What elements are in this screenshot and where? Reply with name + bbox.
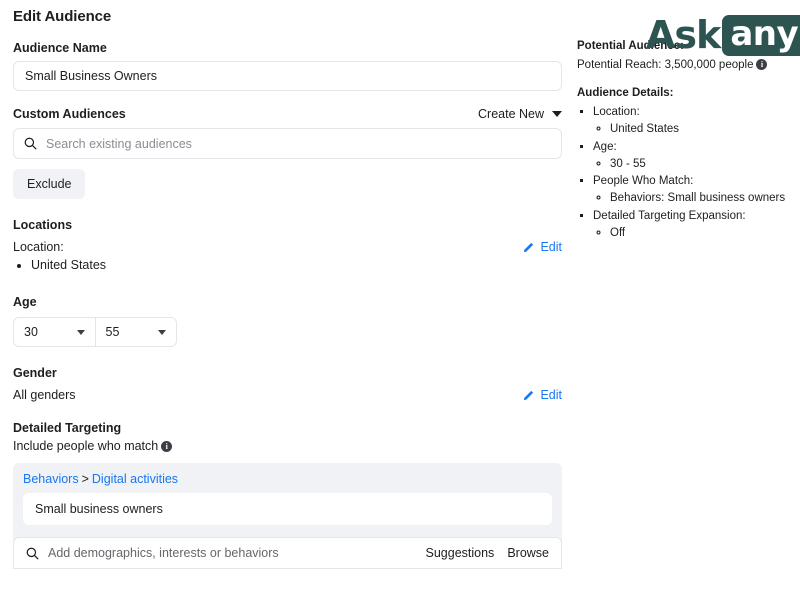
audience-form: Edit Audience Audience Name Small Busine… — [13, 8, 562, 570]
edit-gender-link[interactable]: Edit — [523, 388, 562, 402]
audience-name-group: Audience Name Small Business Owners — [13, 41, 562, 91]
chevron-down-icon — [158, 329, 166, 335]
audience-details-label: Audience Details: — [577, 87, 674, 99]
list-item: Location: United States — [593, 104, 792, 139]
detail-label: Age: — [593, 140, 617, 153]
include-people-label: Include people who match i — [13, 439, 562, 453]
logo-badge: any — [722, 13, 800, 56]
detail-label: Detailed Targeting Expansion: — [593, 209, 746, 222]
detail-label: Location: — [593, 106, 640, 118]
logo-text-any: any — [730, 13, 799, 54]
custom-audiences-search-placeholder: Search existing audiences — [46, 136, 192, 151]
custom-audiences-group: Custom Audiences Create New Search exist… — [13, 107, 562, 199]
age-group-section: Age 30 55 — [13, 295, 562, 348]
list-item: Behaviors: Small business owners — [610, 190, 792, 207]
pencil-icon — [524, 242, 534, 253]
audience-name-label: Audience Name — [13, 41, 107, 55]
list-item: Age: 30 - 55 — [593, 139, 792, 174]
custom-audiences-search[interactable]: Search existing audiences — [13, 128, 562, 159]
list-item: United States — [610, 121, 792, 138]
gender-section-label: Gender — [13, 366, 57, 381]
logo-text-ask: Ask — [646, 13, 721, 57]
age-max-value: 55 — [105, 325, 120, 340]
detailed-targeting-search-placeholder: Add demographics, interests or behaviors — [48, 546, 279, 561]
askany-logo: Ask any — [646, 13, 800, 57]
edit-audience-screen: Ask any Edit Audience Audience Name Smal… — [0, 0, 800, 589]
breadcrumb: Behaviors > Digital activities — [23, 472, 552, 486]
age-max-select[interactable]: 55 — [94, 318, 177, 347]
audience-summary-panel: Potential Audience: Potential Reach: 3,5… — [577, 40, 792, 242]
list-item: People Who Match: Behaviors: Small busin… — [593, 173, 792, 208]
gender-group: Gender All genders Edit — [13, 366, 562, 402]
suggestions-button[interactable]: Suggestions — [426, 546, 495, 560]
chevron-down-icon — [552, 111, 562, 117]
breadcrumb-separator: > — [81, 472, 89, 487]
page-title: Edit Audience — [13, 8, 112, 25]
potential-reach-text: Potential Reach: 3,500,000 people — [577, 59, 754, 71]
info-icon[interactable]: i — [756, 59, 768, 70]
detailed-targeting-group: Detailed Targeting Include people who ma… — [13, 421, 562, 570]
browse-button[interactable]: Browse — [507, 546, 549, 560]
detailed-targeting-label: Detailed Targeting — [13, 421, 122, 436]
list-item: Off — [610, 225, 792, 242]
detailed-targeting-search[interactable]: Add demographics, interests or behaviors… — [13, 537, 562, 570]
edit-gender-label: Edit — [540, 388, 562, 403]
selected-behavior-item[interactable]: Small business owners — [23, 493, 552, 526]
age-min-select[interactable]: 30 — [14, 318, 95, 346]
age-min-value: 30 — [24, 325, 38, 340]
info-icon[interactable]: i — [161, 441, 173, 453]
edit-locations-link[interactable]: Edit — [523, 240, 562, 254]
detail-sublist: 30 - 55 — [593, 156, 792, 173]
age-section-label: Age — [13, 295, 37, 310]
detail-label: People Who Match: — [593, 175, 694, 187]
detailed-targeting-panel: Behaviors > Digital activities Small busin… — [13, 463, 562, 570]
breadcrumb-child-link[interactable]: Digital activities — [92, 472, 178, 486]
list-item: 30 - 55 — [610, 156, 792, 173]
detail-sublist: United States — [593, 121, 792, 138]
locations-section-label: Locations — [13, 218, 73, 232]
create-new-dropdown[interactable]: Create New — [478, 107, 562, 121]
detail-sublist: Behaviors: Small business owners — [593, 190, 792, 207]
exclude-button[interactable]: Exclude — [13, 169, 86, 199]
list-item: Detailed Targeting Expansion: Off — [593, 208, 792, 243]
potential-reach-value: Potential Reach: 3,500,000 people i — [577, 59, 792, 71]
edit-locations-label: Edit — [540, 240, 562, 254]
breadcrumb-parent-link[interactable]: Behaviors — [23, 472, 79, 486]
gender-value: All genders — [13, 388, 76, 403]
include-people-text: Include people who match — [13, 439, 159, 454]
search-icon — [24, 137, 37, 150]
location-list: United States — [13, 256, 562, 275]
custom-audiences-label: Custom Audiences — [13, 107, 126, 121]
detailed-targeting-actions: Suggestions Browse — [426, 546, 550, 560]
audience-details-list: Location: United States Age: 30 - 55 Peo… — [577, 104, 792, 242]
detail-sublist: Off — [593, 225, 792, 242]
chevron-down-icon — [76, 329, 85, 335]
age-range-selector: 30 55 — [13, 317, 177, 348]
search-icon — [26, 547, 39, 560]
location-label: Location: — [13, 240, 64, 254]
list-item: United States — [31, 256, 562, 275]
audience-name-input[interactable]: Small Business Owners — [13, 61, 562, 91]
locations-group: Locations Location: Edit United States — [13, 218, 562, 275]
pencil-icon — [524, 391, 534, 401]
create-new-label: Create New — [478, 107, 544, 121]
